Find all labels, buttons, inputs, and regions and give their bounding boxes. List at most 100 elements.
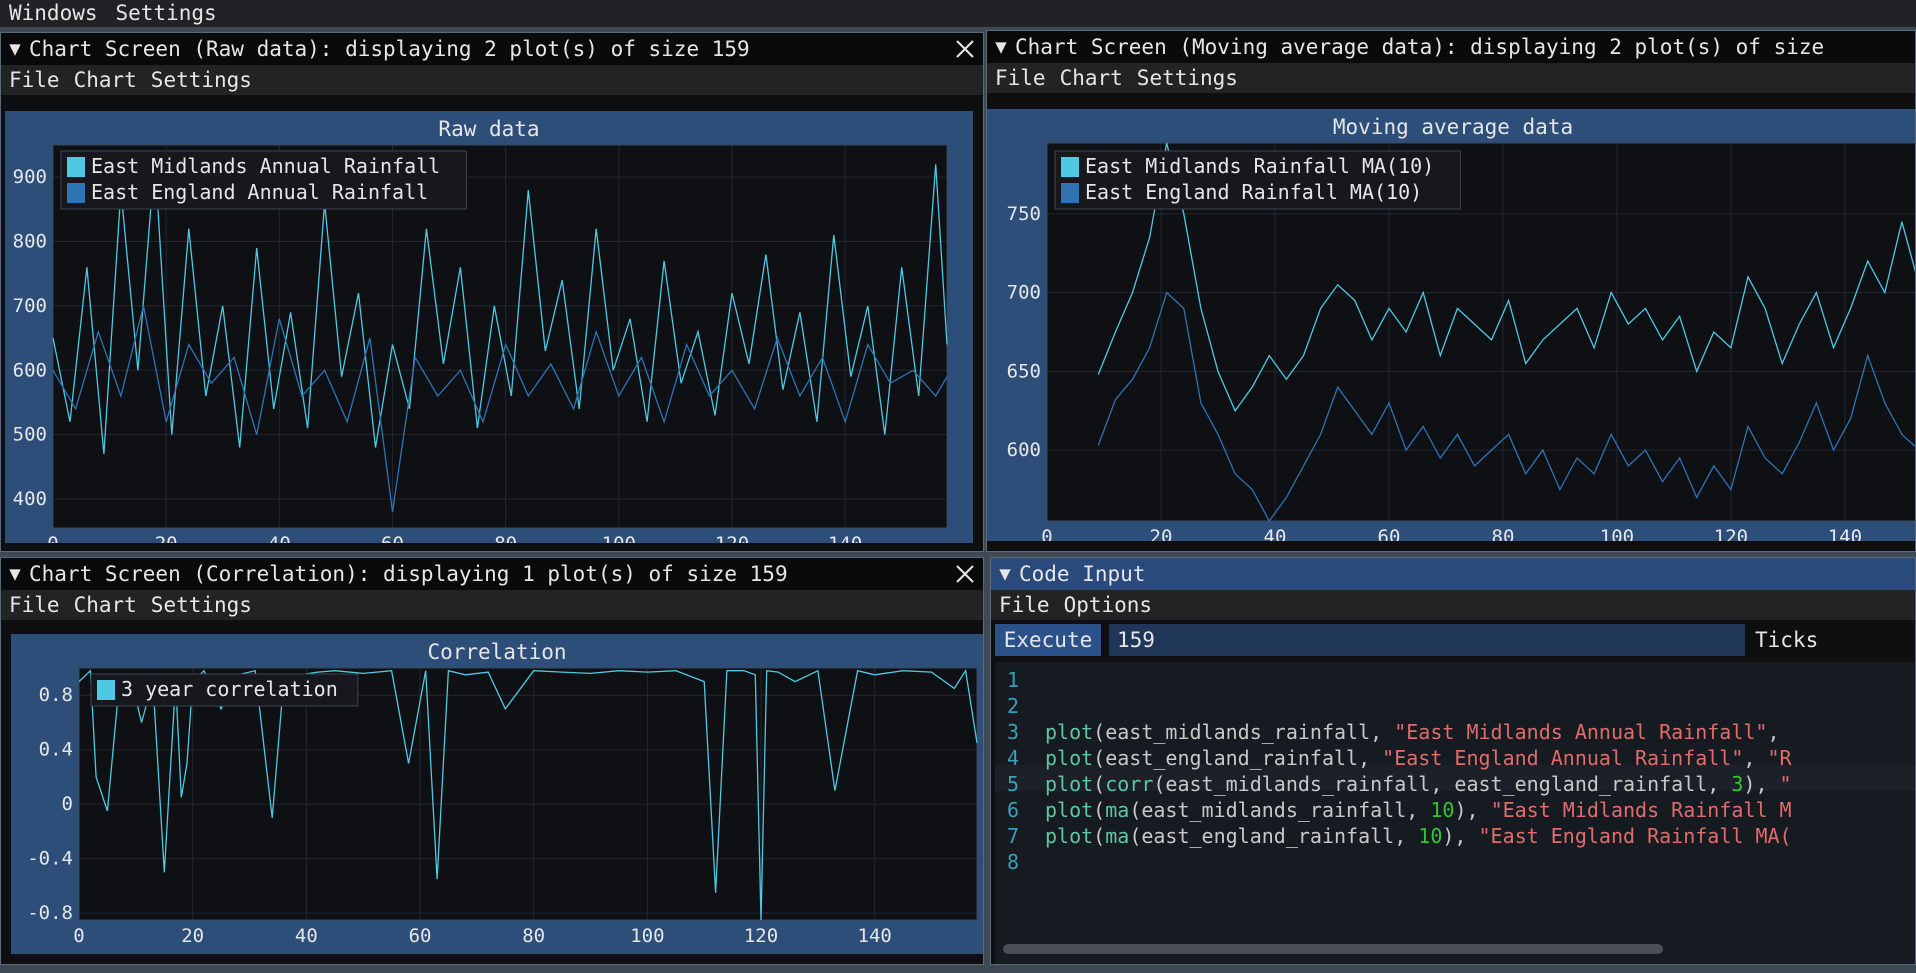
y-tick-label: 0 [62, 793, 73, 815]
collapse-triangle-icon[interactable]: ▼ [1, 563, 29, 585]
x-tick-label: 60 [381, 533, 404, 543]
corr-window-titlebar[interactable]: ▼ Chart Screen (Correlation): displaying… [1, 558, 983, 590]
legend-label: East Midlands Annual Rainfall [91, 154, 440, 178]
collapse-triangle-icon[interactable]: ▼ [991, 563, 1019, 585]
menu-chart[interactable]: Chart [1052, 66, 1129, 90]
menu-file[interactable]: File [1, 68, 66, 92]
x-tick-label: 120 [1714, 526, 1748, 541]
correlation-chart[interactable]: 0 20 40 60 80 100 120 140 0.8 0.4 0 -0.4 -0.8 3 year … [11, 634, 983, 954]
x-tick-label: 60 [1378, 526, 1401, 541]
code-window-menu: File Options [991, 590, 1915, 620]
ma-window-titlebar[interactable]: ▼ Chart Screen (Moving average data): di… [987, 31, 1915, 63]
close-icon[interactable] [951, 560, 979, 588]
x-tick-label: 140 [1828, 526, 1862, 541]
y-tick-label: 600 [13, 359, 47, 381]
line-number: 8 [1006, 850, 1019, 874]
moving-average-window: ▼ Chart Screen (Moving average data): di… [986, 30, 1916, 552]
x-tick-label: 120 [715, 533, 749, 543]
raw-window-menu: File Chart Settings [1, 65, 983, 95]
y-tick-label: -0.8 [27, 902, 73, 924]
line-number: 4 [1006, 746, 1019, 770]
legend-label: East Midlands Rainfall MA(10) [1085, 154, 1434, 178]
code-editor[interactable]: 1 2 3 4 5 6 7 8 plot(east_midlands_rainf… [995, 662, 1915, 964]
menu-file[interactable]: File [991, 593, 1056, 617]
code-window-title: Code Input [1019, 562, 1146, 586]
menu-chart-settings[interactable]: Settings [143, 68, 258, 92]
legend-swatch [67, 183, 85, 203]
y-tick-label: 500 [13, 424, 47, 446]
ma-window-menu: File Chart Settings [987, 63, 1915, 93]
y-tick-label: 600 [1007, 439, 1041, 461]
y-tick-label: 750 [1007, 203, 1041, 225]
code-line[interactable]: plot(corr(east_midlands_rainfall, east_e… [1045, 772, 1792, 796]
x-tick-label: 80 [522, 925, 545, 947]
y-tick-label: 400 [13, 488, 47, 510]
ma-window-title: Chart Screen (Moving average data): disp… [1015, 35, 1825, 59]
raw-window-titlebar[interactable]: ▼ Chart Screen (Raw data): displaying 2 … [1, 33, 983, 65]
menu-chart[interactable]: Chart [66, 68, 143, 92]
code-line[interactable]: plot(ma(east_midlands_rainfall, 10), "Ea… [1045, 798, 1792, 822]
x-tick-label: 60 [409, 925, 432, 947]
menu-chart[interactable]: Chart [66, 593, 143, 617]
x-tick-label: 140 [858, 925, 892, 947]
code-window-titlebar[interactable]: ▼ Code Input [991, 558, 1915, 590]
main-menu-bar: Windows Settings [0, 0, 1916, 27]
y-tick-label: 0.8 [39, 684, 73, 706]
legend-label: 3 year correlation [121, 677, 338, 701]
x-tick-label: 100 [602, 533, 636, 543]
line-number: 7 [1006, 824, 1019, 848]
moving-average-chart[interactable]: 0 20 40 60 80 100 120 140 600 650 700 750 East Midla… [987, 109, 1916, 541]
code-input-window: ▼ Code Input File Options Execute 159 Ti… [990, 557, 1916, 965]
y-tick-label: 650 [1007, 360, 1041, 382]
raw-data-chart[interactable]: 0 20 40 60 80 100 120 140 400 500 600 700 800 900 East… [5, 111, 973, 543]
collapse-triangle-icon[interactable]: ▼ [1, 38, 29, 60]
x-tick-label: 80 [1492, 526, 1515, 541]
x-tick-label: 80 [494, 533, 517, 543]
y-tick-label: -0.4 [27, 848, 73, 870]
y-tick-label: 700 [1007, 282, 1041, 304]
line-number: 2 [1006, 694, 1019, 718]
y-tick-label: 0.4 [39, 739, 73, 761]
legend-swatch [1061, 157, 1079, 177]
x-tick-label: 140 [828, 533, 862, 543]
line-number: 3 [1006, 720, 1019, 744]
corr-window-title: Chart Screen (Correlation): displaying 1… [29, 562, 788, 586]
legend-label: East England Rainfall MA(10) [1085, 180, 1422, 204]
close-icon[interactable] [951, 35, 979, 63]
code-line[interactable]: plot(east_england_rainfall, "East Englan… [1045, 746, 1792, 770]
menu-settings[interactable]: Settings [107, 0, 226, 27]
x-tick-label: 20 [1150, 526, 1173, 541]
code-line[interactable]: plot(east_midlands_rainfall, "East Midla… [1045, 720, 1792, 744]
line-number: 5 [1006, 772, 1019, 796]
corr-plot-frame: Correlation 0 20 40 60 80 100 120 140 0.8 0.4 0 -0.… [11, 634, 983, 954]
x-tick-label: 100 [630, 925, 664, 947]
y-tick-label: 800 [13, 231, 47, 253]
menu-chart-settings[interactable]: Settings [143, 593, 258, 617]
x-tick-label: 20 [181, 925, 204, 947]
corr-window-menu: File Chart Settings [1, 590, 983, 620]
x-tick-label: 40 [1264, 526, 1287, 541]
collapse-triangle-icon[interactable]: ▼ [987, 36, 1015, 58]
menu-file[interactable]: File [1, 593, 66, 617]
ticks-label: Ticks [1755, 628, 1819, 652]
code-toolbar: Execute 159 Ticks [995, 624, 1915, 660]
correlation-window: ▼ Chart Screen (Correlation): displaying… [0, 557, 984, 965]
legend-swatch [97, 680, 115, 700]
x-tick-label: 0 [1041, 526, 1052, 541]
horizontal-scrollbar[interactable] [1003, 944, 1663, 954]
legend-label: East England Annual Rainfall [91, 180, 428, 204]
menu-chart-settings[interactable]: Settings [1129, 66, 1244, 90]
x-tick-label: 40 [268, 533, 291, 543]
menu-options[interactable]: Options [1056, 593, 1159, 617]
legend-swatch [67, 157, 85, 177]
menu-file[interactable]: File [987, 66, 1052, 90]
legend-swatch [1061, 183, 1079, 203]
raw-plot-frame: Raw data 0204060801001201404005006007008… [5, 111, 973, 543]
execute-button[interactable]: Execute [995, 624, 1101, 656]
x-tick-label: 120 [744, 925, 778, 947]
ma-plot-frame: Moving average data 0 20 40 60 80 100 120 140 60… [987, 109, 1916, 541]
code-line[interactable]: plot(ma(east_england_rainfall, 10), "Eas… [1045, 824, 1792, 848]
menu-windows[interactable]: Windows [0, 0, 107, 27]
x-tick-label: 0 [73, 925, 84, 947]
ticks-input[interactable]: 159 [1109, 624, 1745, 656]
